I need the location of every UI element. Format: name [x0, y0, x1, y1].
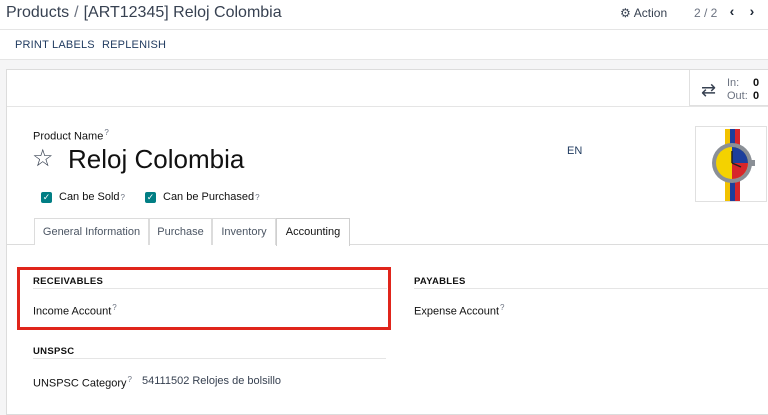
- breadcrumb-separator: /: [74, 4, 79, 21]
- unspsc-category-field[interactable]: 54111502 Relojes de bolsillo: [142, 375, 281, 387]
- breadcrumb: Products / [ART12345] Reloj Colombia: [6, 4, 282, 22]
- highlight-annotation: [17, 267, 391, 330]
- can-be-sold-label: Can be Sold: [59, 191, 120, 203]
- can-be-purchased-label: Can be Purchased: [163, 191, 255, 203]
- sheet-divider: [7, 106, 768, 107]
- transfer-arrows-icon: ⇄: [701, 80, 717, 100]
- tab-accounting[interactable]: Accounting: [276, 218, 350, 246]
- gear-icon: ⚙: [620, 6, 631, 20]
- product-name-label-text: Product Name: [33, 130, 104, 143]
- action-menu-button[interactable]: ⚙ Action: [620, 6, 667, 20]
- expense-account-label: Expense Account?: [414, 303, 504, 318]
- top-bar: Products / [ART12345] Reloj Colombia ⚙ Act…: [0, 0, 768, 30]
- product-name-label: Product Name?: [33, 128, 109, 143]
- control-bar: PRINT LABELS REPLENISH: [0, 30, 768, 60]
- tab-inventory[interactable]: Inventory: [212, 218, 276, 245]
- tooltip-mark[interactable]: ?: [500, 303, 504, 312]
- form-sheet: ⇄ In: 0 Out: 0 Product Name? ☆ Reloj Col…: [6, 69, 768, 415]
- tooltip-mark[interactable]: ?: [121, 193, 125, 202]
- out-value: 0: [753, 90, 760, 102]
- breadcrumb-products-link[interactable]: Products: [6, 4, 69, 21]
- pager-nav: ‹ ›: [724, 3, 760, 19]
- checkbox-checked-icon: ✓: [41, 191, 52, 203]
- tooltip-mark[interactable]: ?: [104, 128, 108, 137]
- product-name-field[interactable]: Reloj Colombia: [68, 144, 244, 175]
- payables-title: PAYABLES: [414, 276, 466, 287]
- out-label: Out:: [727, 90, 748, 102]
- unspsc-category-label-text: UNSPSC Category: [33, 377, 127, 390]
- pager-value[interactable]: 2 / 2: [694, 6, 717, 20]
- can-be-purchased-checkbox[interactable]: ✓ Can be Purchased?: [145, 191, 260, 203]
- chevron-right-icon[interactable]: ›: [744, 3, 760, 19]
- payables-divider: [414, 288, 768, 289]
- in-out-smart-button[interactable]: ⇄ In: 0 Out: 0: [689, 70, 768, 106]
- unspsc-category-label: UNSPSC Category?: [33, 375, 132, 390]
- unspsc-divider: [33, 358, 386, 359]
- chevron-left-icon[interactable]: ‹: [724, 3, 740, 19]
- checkbox-checked-icon: ✓: [145, 191, 156, 203]
- unspsc-title: UNSPSC: [33, 346, 75, 357]
- replenish-button[interactable]: REPLENISH: [102, 39, 166, 51]
- tab-purchase[interactable]: Purchase: [149, 218, 212, 245]
- expense-account-label-text: Expense Account: [414, 305, 500, 318]
- can-be-sold-checkbox[interactable]: ✓ Can be Sold?: [41, 191, 125, 203]
- tab-general-information[interactable]: General Information: [34, 218, 149, 245]
- breadcrumb-current: [ART12345] Reloj Colombia: [83, 4, 282, 21]
- product-image[interactable]: [695, 126, 767, 202]
- action-label: Action: [633, 6, 668, 20]
- tooltip-mark[interactable]: ?: [255, 193, 259, 202]
- in-label: In:: [727, 77, 740, 89]
- star-icon[interactable]: ☆: [32, 146, 54, 172]
- language-button[interactable]: EN: [567, 145, 582, 157]
- watch-image-icon: [712, 129, 755, 201]
- in-value: 0: [753, 77, 760, 89]
- print-labels-button[interactable]: PRINT LABELS: [15, 39, 95, 51]
- tooltip-mark[interactable]: ?: [128, 375, 132, 384]
